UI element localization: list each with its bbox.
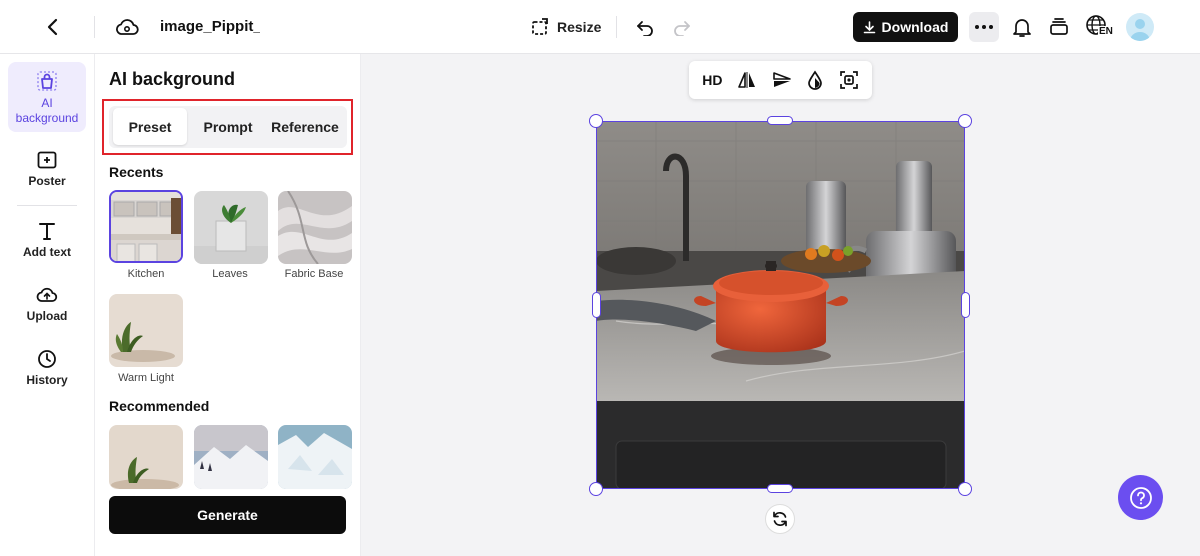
bag-icon: [37, 71, 57, 91]
rail-item-add-text[interactable]: Add text: [8, 221, 86, 260]
tab-reference[interactable]: Reference: [266, 108, 344, 145]
flip-horizontal-icon[interactable]: [737, 71, 757, 89]
recents-heading: Recents: [109, 164, 164, 180]
cloud-sync-icon[interactable]: [114, 14, 140, 40]
panel-title: AI background: [109, 69, 236, 89]
help-question-icon[interactable]: [1118, 475, 1163, 520]
rotate-icon[interactable]: [765, 504, 795, 534]
resize-button[interactable]: Resize: [530, 15, 601, 39]
cloud-upload-icon: [36, 287, 58, 302]
resize-handle-top[interactable]: [767, 116, 793, 125]
recommended-thumb[interactable]: [194, 425, 268, 489]
flip-vertical-icon[interactable]: [772, 71, 792, 89]
divider: [17, 205, 77, 206]
resize-handle-right[interactable]: [961, 292, 970, 318]
rail-item-label: History: [26, 373, 68, 387]
language-label: EN: [1098, 26, 1114, 37]
recommended-heading: Recommended: [109, 398, 210, 414]
resize-handle-left[interactable]: [592, 292, 601, 318]
divider: [94, 16, 95, 38]
download-label: Download: [881, 19, 949, 35]
crop-scan-icon[interactable]: [839, 70, 859, 90]
preset-thumb-kitchen[interactable]: [109, 190, 183, 263]
rail-item-label: Upload: [26, 309, 68, 323]
hd-button[interactable]: HD: [702, 72, 722, 88]
recommended-thumb[interactable]: [109, 425, 183, 489]
more-options-icon[interactable]: [969, 12, 999, 42]
resize-handle-top-right[interactable]: [958, 114, 972, 128]
resize-label: Resize: [557, 19, 602, 35]
preset-thumb-fabric-base[interactable]: [278, 191, 352, 264]
rail-item-history[interactable]: History: [8, 349, 86, 388]
preset-label: Kitchen: [127, 268, 165, 280]
download-button[interactable]: Download: [853, 12, 958, 42]
clock-icon: [38, 350, 56, 368]
language-globe-icon[interactable]: EN: [1083, 12, 1115, 42]
resize-handle-top-left[interactable]: [589, 114, 603, 128]
redo-icon[interactable]: [670, 15, 694, 39]
undo-icon[interactable]: [633, 15, 657, 39]
rail-item-upload[interactable]: Upload: [8, 285, 86, 324]
text-icon: [39, 223, 55, 240]
floating-toolbar: HD: [689, 61, 872, 99]
tab-prompt[interactable]: Prompt: [190, 108, 266, 145]
preset-thumb-leaves[interactable]: [194, 191, 268, 264]
opacity-drop-icon[interactable]: [806, 70, 824, 90]
left-tool-rail: AI background Poster Add text Upload His…: [0, 54, 95, 556]
resize-handle-bottom-left[interactable]: [589, 482, 603, 496]
divider: [616, 16, 617, 38]
canvas-image-kitchen-pot[interactable]: [596, 121, 965, 489]
image-plus-icon: [37, 151, 57, 169]
resize-handle-bottom-right[interactable]: [958, 482, 972, 496]
resize-icon: [532, 18, 548, 35]
download-icon: [863, 20, 875, 33]
file-name[interactable]: image_Pippit_20: [160, 18, 260, 38]
preset-label: Leaves: [212, 268, 248, 280]
preset-label: Warm Light: [118, 372, 174, 384]
avatar[interactable]: [1126, 13, 1154, 41]
rail-item-ai-background[interactable]: AI background: [8, 62, 86, 132]
tab-preset[interactable]: Preset: [113, 108, 187, 145]
recommended-thumb[interactable]: [278, 425, 352, 489]
rail-item-poster[interactable]: Poster: [8, 150, 86, 189]
rail-item-label: Poster: [28, 174, 66, 188]
rail-item-label: Add text: [23, 245, 71, 259]
back-arrow-icon[interactable]: [40, 14, 66, 40]
layers-icon[interactable]: [1046, 14, 1072, 40]
resize-handle-bottom[interactable]: [767, 484, 793, 493]
bell-icon[interactable]: [1009, 14, 1035, 40]
top-bar: image_Pippit_20 Resize Download EN: [0, 0, 1200, 54]
preset-label: Fabric Base: [284, 268, 344, 280]
generate-button[interactable]: Generate: [109, 496, 346, 534]
rail-item-label: AI background: [15, 96, 79, 125]
preset-thumb-warm-light[interactable]: [109, 294, 183, 367]
